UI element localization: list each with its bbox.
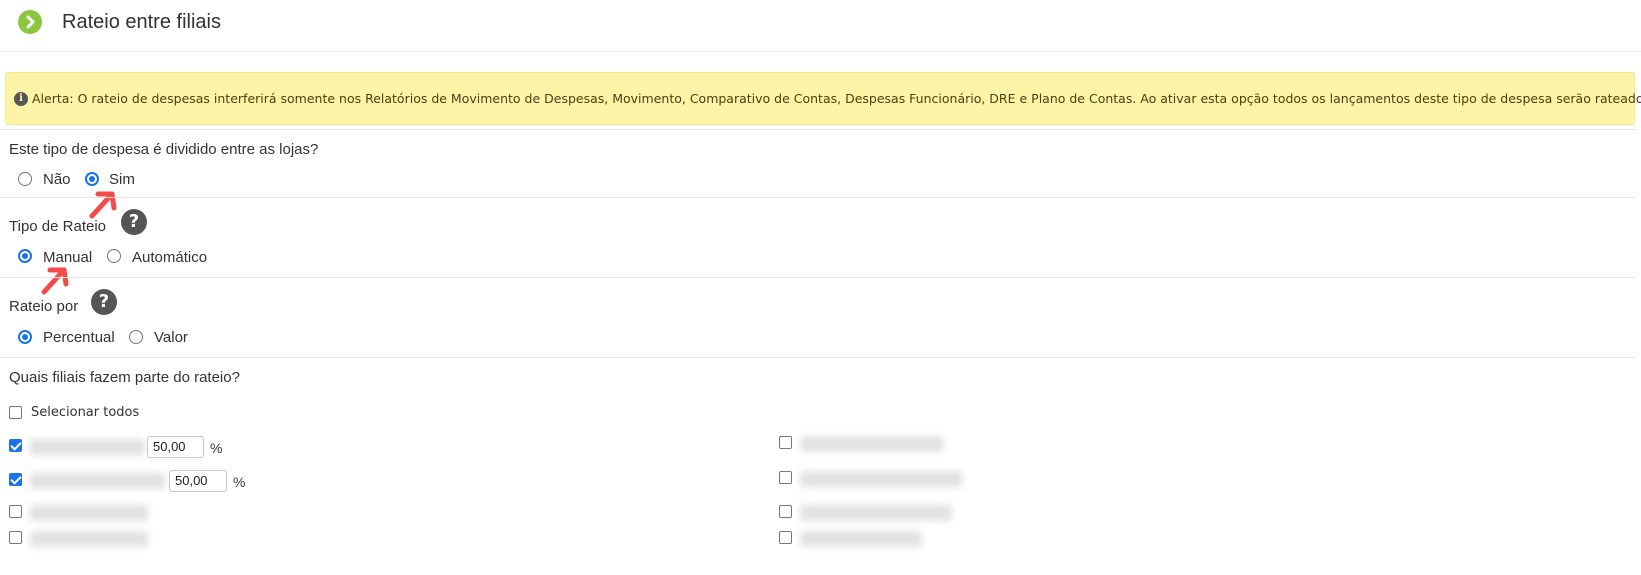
annotation-arrow: [89, 191, 117, 219]
radio-automatico[interactable]: [107, 249, 121, 263]
filial-checkbox[interactable]: [779, 436, 792, 449]
filial-checkbox[interactable]: [9, 531, 22, 544]
filial-checkbox[interactable]: [9, 473, 22, 486]
page-title: Rateio entre filiais: [62, 11, 221, 33]
info-icon: i: [14, 92, 28, 106]
dividido-question: Este tipo de despesa é dividido entre as…: [9, 141, 319, 158]
radio-nao-label[interactable]: Não: [43, 171, 71, 188]
divider: [0, 277, 1636, 278]
question-circle-icon[interactable]: ?: [91, 289, 117, 315]
radio-sim[interactable]: [85, 172, 99, 186]
filial-name-redacted: [800, 531, 922, 547]
filial-name-redacted: [30, 439, 145, 455]
filiais-question: Quais filiais fazem parte do rateio?: [9, 369, 240, 386]
rateio-por-question: Rateio por: [9, 298, 79, 315]
filial-name-redacted: [800, 436, 944, 452]
radio-nao[interactable]: [18, 172, 32, 186]
divider: [0, 129, 1636, 130]
radio-valor-label[interactable]: Valor: [154, 329, 188, 346]
filial-name-redacted: [30, 531, 148, 547]
filial-checkbox[interactable]: [779, 505, 792, 518]
filial-name-redacted: [800, 471, 962, 487]
radio-valor[interactable]: [129, 330, 143, 344]
divider: [0, 197, 1636, 198]
percent-input[interactable]: 50,00: [147, 436, 204, 458]
annotation-arrow: [41, 267, 69, 295]
percent-sign: %: [210, 440, 223, 456]
radio-automatico-label[interactable]: Automático: [132, 249, 207, 266]
select-all-label[interactable]: Selecionar todos: [31, 405, 139, 420]
percent-input[interactable]: 50,00: [169, 470, 227, 492]
radio-percentual[interactable]: [18, 330, 32, 344]
filial-checkbox[interactable]: [779, 531, 792, 544]
filial-checkbox[interactable]: [9, 439, 22, 452]
filial-checkbox[interactable]: [779, 471, 792, 484]
filial-name-redacted: [30, 473, 165, 489]
filial-name-redacted: [30, 505, 148, 521]
select-all-checkbox[interactable]: [9, 406, 22, 419]
chevron-right-circle-icon: [18, 10, 42, 34]
filial-checkbox[interactable]: [9, 505, 22, 518]
filial-name-redacted: [800, 505, 952, 521]
question-circle-icon[interactable]: ?: [121, 209, 147, 235]
divider: [0, 357, 1636, 358]
page-header: Rateio entre filiais: [0, 0, 1641, 52]
alert-text: Alerta: O rateio de despesas interferirá…: [32, 91, 1641, 106]
percent-sign: %: [233, 474, 246, 490]
radio-percentual-label[interactable]: Percentual: [43, 329, 115, 346]
radio-manual[interactable]: [18, 249, 32, 263]
tipo-rateio-question: Tipo de Rateio: [9, 218, 107, 235]
alert-banner: i Alerta: O rateio de despesas interferi…: [5, 72, 1641, 125]
